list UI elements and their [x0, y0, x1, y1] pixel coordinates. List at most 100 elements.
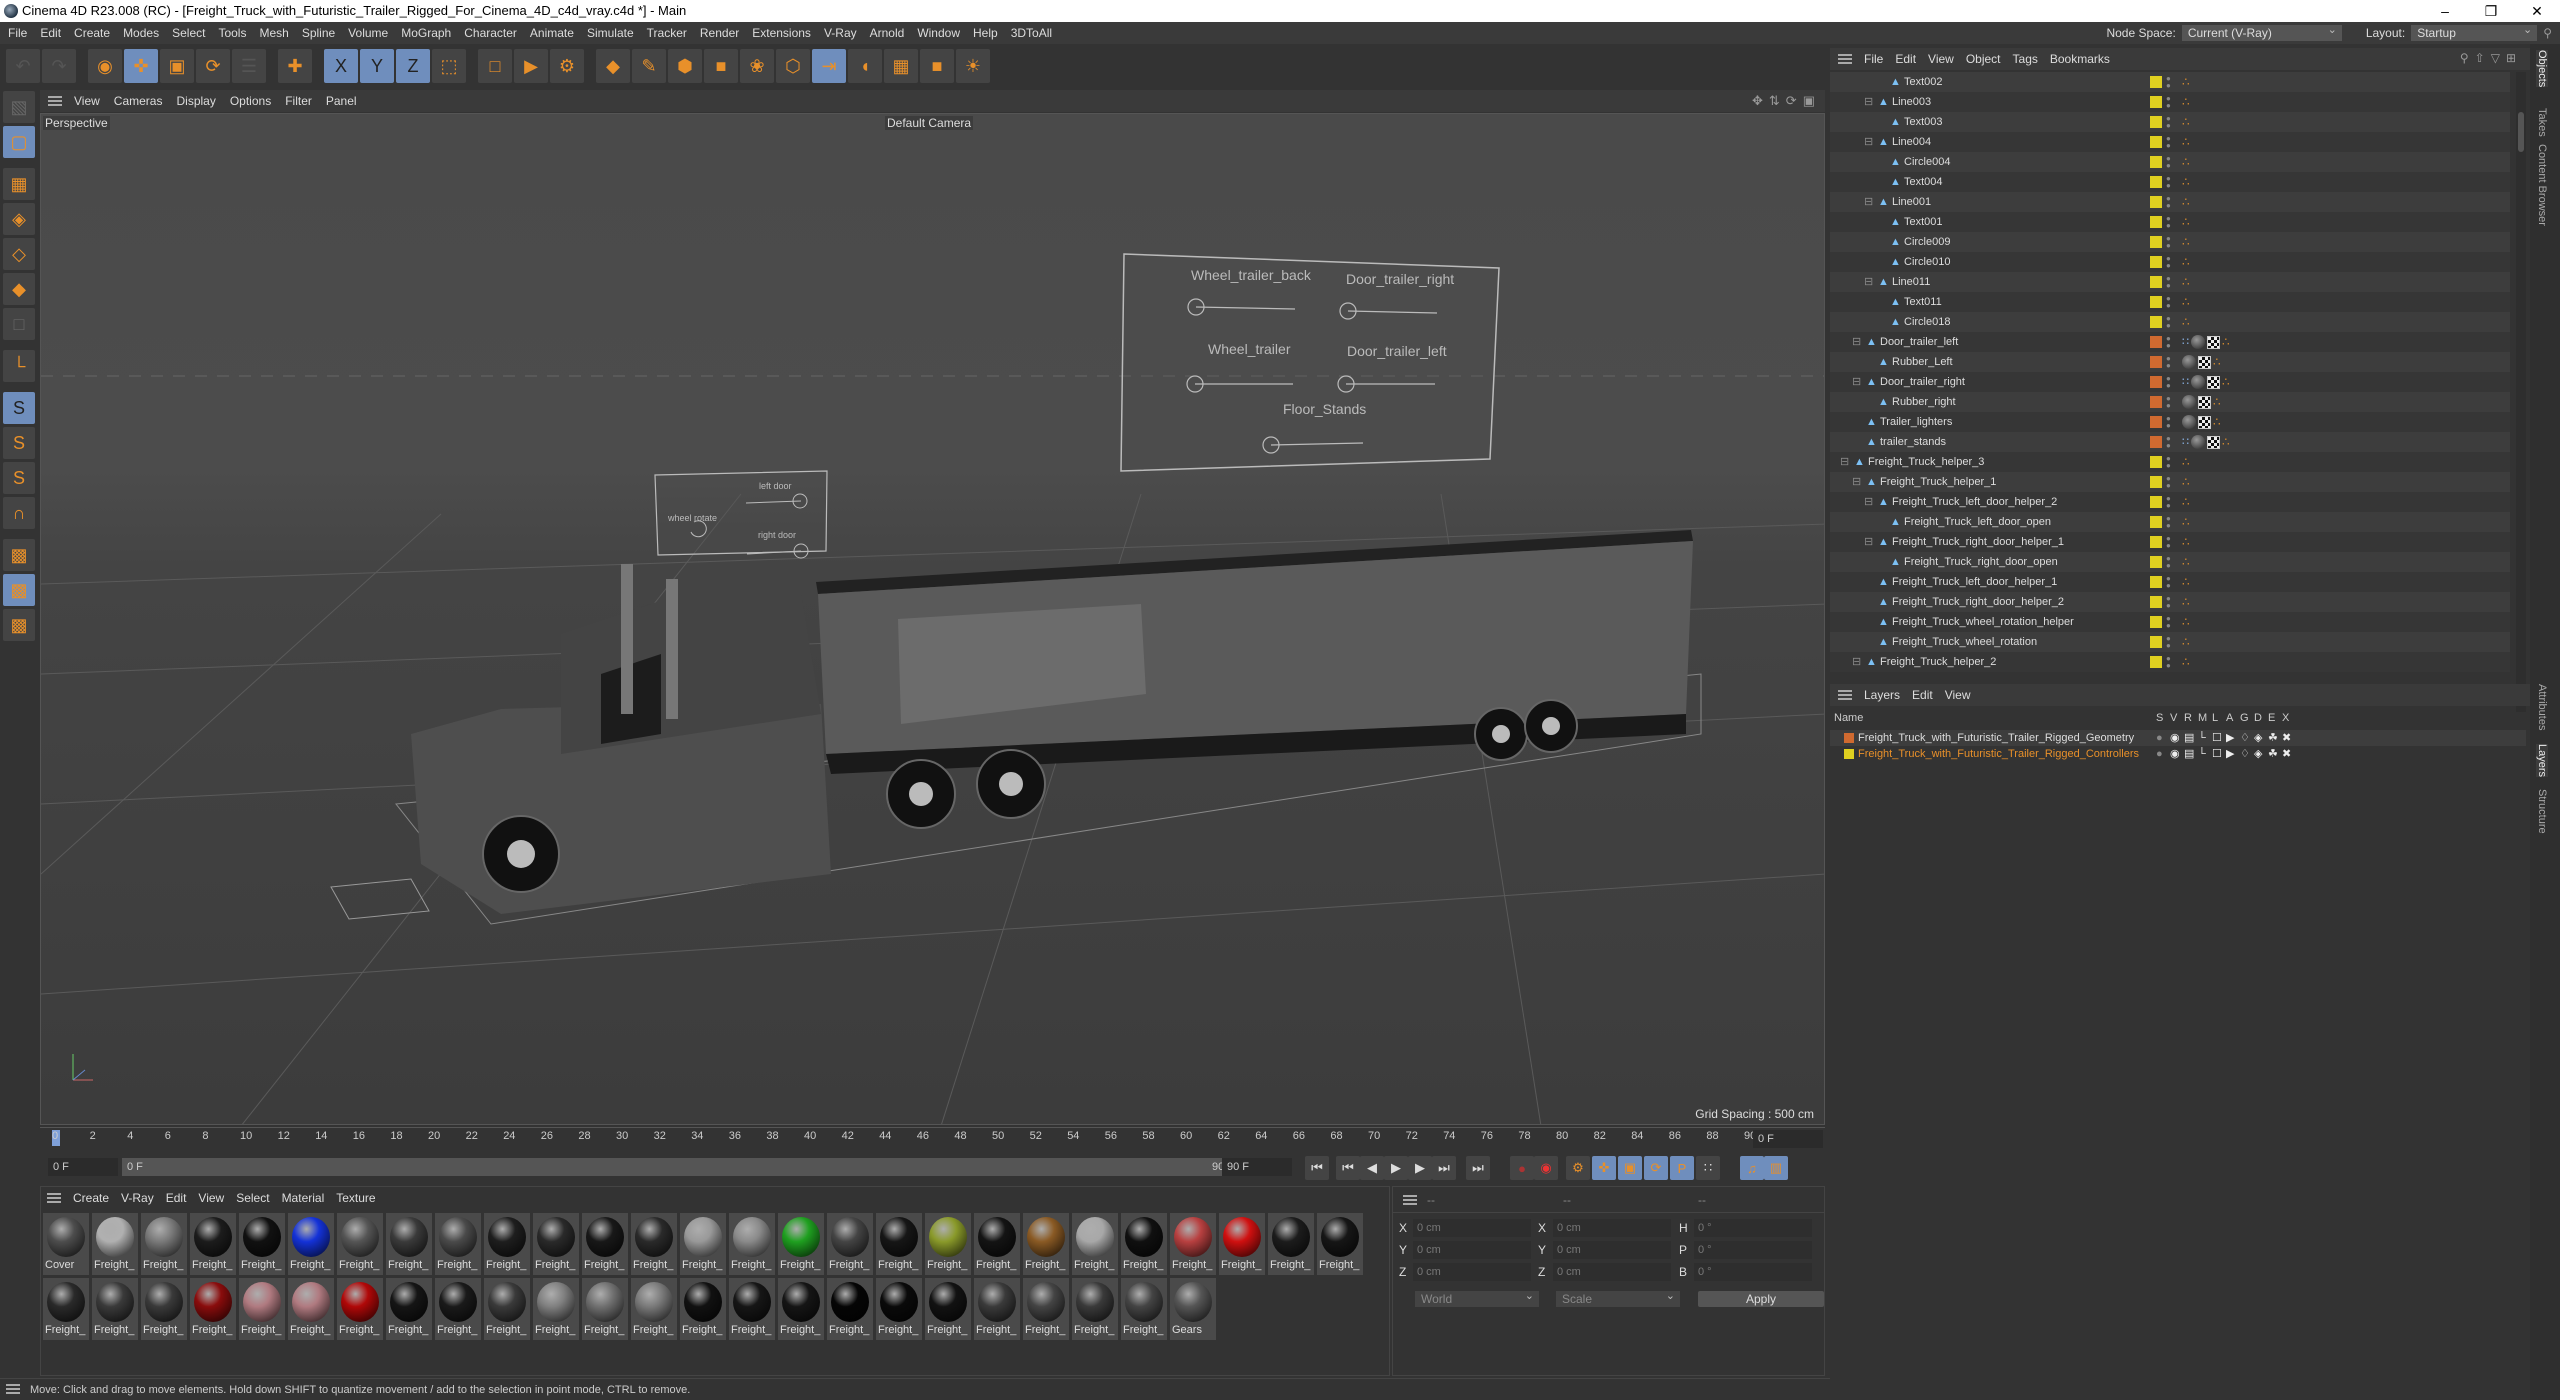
- menu-tools[interactable]: Tools: [218, 26, 246, 40]
- coords-mode-dropdown[interactable]: World: [1415, 1288, 1539, 1307]
- uvw-tag-icon[interactable]: [2207, 335, 2220, 349]
- hierarchy-tag-icon[interactable]: ∷: [2182, 332, 2189, 352]
- search-icon[interactable]: ⚲: [2543, 26, 2552, 40]
- layer-flag-toggle[interactable]: ☐: [2212, 730, 2222, 746]
- layer-menu-edit[interactable]: Edit: [1912, 688, 1933, 702]
- object-row[interactable]: ⊟ ▲ Line003 ● ● ∴: [1830, 92, 2510, 112]
- layer-flag-toggle[interactable]: ◈: [2254, 746, 2263, 762]
- object-row[interactable]: ▲ Circle009 ● ● ∴: [1830, 232, 2510, 252]
- material-swatch[interactable]: Freight_: [141, 1213, 187, 1275]
- key-move-icon[interactable]: ✜: [1592, 1156, 1616, 1180]
- axis-icon[interactable]: └: [3, 350, 35, 382]
- undo-icon[interactable]: ↶: [6, 49, 40, 83]
- layer-color-swatch[interactable]: [2150, 556, 2162, 568]
- material-menu-create[interactable]: Create: [73, 1191, 109, 1205]
- menu-modes[interactable]: Modes: [123, 26, 159, 40]
- layer-color-swatch[interactable]: [2150, 456, 2162, 468]
- xpresso-tag-icon[interactable]: ∴: [2182, 152, 2190, 172]
- expand-toggle-icon[interactable]: ⊟: [1864, 192, 1873, 212]
- object-row[interactable]: ▲ Freight_Truck_wheel_rotation ● ● ∴: [1830, 632, 2510, 652]
- object-name[interactable]: Rubber_right: [1892, 392, 1956, 412]
- material-swatch[interactable]: Freight_: [190, 1278, 236, 1340]
- xpresso-tag-icon[interactable]: ∴: [2182, 292, 2190, 312]
- xpresso-tag-icon[interactable]: ∴: [2182, 572, 2190, 592]
- visibility-dots-icon[interactable]: ● ●: [2166, 655, 2171, 670]
- object-name[interactable]: Line001: [1892, 192, 1931, 212]
- layer-color-swatch[interactable]: [2150, 316, 2162, 328]
- layout-dropdown[interactable]: Startup: [2411, 22, 2538, 41]
- object-tree-scrollbar[interactable]: [2516, 72, 2526, 712]
- xpresso-tag-icon[interactable]: ∴: [2213, 412, 2221, 432]
- points-mode-icon[interactable]: ◈: [3, 203, 35, 235]
- layer-color-swatch[interactable]: [2150, 136, 2162, 148]
- key-pla-icon[interactable]: ∷: [1696, 1156, 1720, 1180]
- object-name[interactable]: Text002: [1904, 72, 1943, 92]
- object-row[interactable]: ▲ Freight_Truck_left_door_helper_1 ● ● ∴: [1830, 572, 2510, 592]
- material-swatch[interactable]: Freight_: [386, 1213, 432, 1275]
- deformer-icon[interactable]: ⇥: [812, 49, 846, 83]
- xpresso-tag-icon[interactable]: ∴: [2182, 92, 2190, 112]
- layer-color-swatch[interactable]: [2150, 536, 2162, 548]
- layer-color-swatch[interactable]: [2150, 236, 2162, 248]
- visibility-dots-icon[interactable]: ● ●: [2166, 415, 2171, 430]
- material-swatch[interactable]: Cover: [43, 1213, 89, 1275]
- visibility-dots-icon[interactable]: ● ●: [2166, 95, 2171, 110]
- keyframe-settings-icon[interactable]: ⚙: [1566, 1156, 1590, 1180]
- material-swatch[interactable]: Freight_: [435, 1278, 481, 1340]
- uvw-tag-icon[interactable]: [2207, 375, 2220, 389]
- object-name[interactable]: Text011: [1904, 292, 1942, 312]
- object-row[interactable]: ⊟ ▲ Door_trailer_right ● ● ∷ ∴: [1830, 372, 2510, 392]
- visibility-dots-icon[interactable]: ● ●: [2166, 375, 2171, 390]
- material-swatch[interactable]: Freight_: [1072, 1213, 1118, 1275]
- uvw-tag-icon[interactable]: [2198, 415, 2211, 429]
- snap-workplane-icon[interactable]: S: [3, 462, 35, 494]
- visibility-dots-icon[interactable]: ● ●: [2166, 595, 2171, 610]
- object-name[interactable]: Freight_Truck_left_door_helper_2: [1892, 492, 2057, 512]
- xpresso-tag-icon[interactable]: ∴: [2182, 452, 2190, 472]
- close-button[interactable]: ✕: [2514, 0, 2560, 22]
- layer-color-swatch[interactable]: [2150, 176, 2162, 188]
- visibility-dots-icon[interactable]: ● ●: [2166, 475, 2171, 490]
- material-swatch[interactable]: Freight_: [386, 1278, 432, 1340]
- object-menu-object[interactable]: Object: [1966, 52, 2001, 66]
- object-row[interactable]: ⊟ ▲ Freight_Truck_helper_1 ● ● ∴: [1830, 472, 2510, 492]
- layer-flag-toggle[interactable]: ●: [2156, 730, 2165, 746]
- frame-range-slider[interactable]: 0 F 90 F: [122, 1158, 1242, 1176]
- layer-color-swatch[interactable]: [2150, 436, 2162, 448]
- material-tag-icon[interactable]: [2182, 355, 2196, 369]
- edges-mode-icon[interactable]: ◇: [3, 238, 35, 270]
- minimize-button[interactable]: –: [2422, 0, 2468, 22]
- layer-color-swatch[interactable]: [2150, 376, 2162, 388]
- object-menu-file[interactable]: File: [1864, 52, 1883, 66]
- object-menu-view[interactable]: View: [1928, 52, 1954, 66]
- material-menu-edit[interactable]: Edit: [166, 1191, 187, 1205]
- visibility-dots-icon[interactable]: ● ●: [2166, 535, 2171, 550]
- prev-frame-icon[interactable]: ◀: [1360, 1156, 1384, 1180]
- material-swatch[interactable]: Freight_: [778, 1278, 824, 1340]
- play-icon[interactable]: ▶: [1384, 1156, 1408, 1180]
- object-filter-icon[interactable]: ▽: [2491, 51, 2500, 65]
- uv-mode-icon[interactable]: □: [3, 308, 35, 340]
- material-swatch[interactable]: Freight_: [827, 1213, 873, 1275]
- xpresso-tag-icon[interactable]: ∴: [2213, 392, 2221, 412]
- object-row[interactable]: ▲ Freight_Truck_wheel_rotation_helper ● ● ∴: [1830, 612, 2510, 632]
- viewport-view-name[interactable]: Perspective: [43, 116, 110, 130]
- xpresso-tag-icon[interactable]: ∴: [2182, 172, 2190, 192]
- material-swatch[interactable]: Freight_: [680, 1278, 726, 1340]
- object-name[interactable]: Freight_Truck_right_door_helper_1: [1892, 532, 2064, 552]
- layer-color-swatch[interactable]: [2150, 76, 2162, 88]
- hierarchy-tag-icon[interactable]: ∷: [2182, 432, 2189, 452]
- visibility-dots-icon[interactable]: ● ●: [2166, 455, 2171, 470]
- coord-value-field[interactable]: 0 cm: [1413, 1219, 1531, 1237]
- menu-render[interactable]: Render: [700, 26, 739, 40]
- scrollbar-thumb[interactable]: [2518, 112, 2524, 152]
- object-name[interactable]: Line011: [1892, 272, 1930, 292]
- material-tag-icon[interactable]: [2182, 415, 2196, 429]
- object-name[interactable]: Freight_Truck_left_door_helper_1: [1892, 572, 2057, 592]
- x-axis-icon[interactable]: X: [324, 49, 358, 83]
- xpresso-tag-icon[interactable]: ∴: [2182, 312, 2190, 332]
- menu-volume[interactable]: Volume: [348, 26, 388, 40]
- xpresso-tag-icon[interactable]: ∴: [2182, 232, 2190, 252]
- layer-color-swatch[interactable]: [2150, 576, 2162, 588]
- object-name[interactable]: Freight_Truck_right_door_helper_2: [1892, 592, 2064, 612]
